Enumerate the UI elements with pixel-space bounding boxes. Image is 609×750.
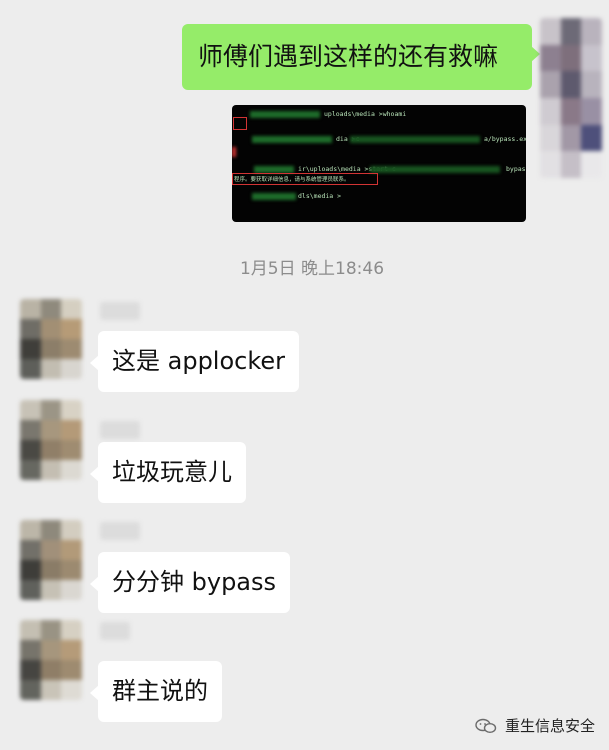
message-text: 师傅们遇到这样的还有救嘛 bbox=[198, 42, 499, 71]
sender-avatar[interactable] bbox=[20, 620, 82, 700]
sender-avatar[interactable] bbox=[20, 520, 82, 600]
account-watermark: 重生信息安全 bbox=[475, 715, 595, 736]
incoming-message-bubble[interactable]: 分分钟 bypass bbox=[89, 552, 291, 613]
highlight-box bbox=[233, 117, 247, 130]
incoming-message-bubble[interactable]: 群主说的 bbox=[90, 661, 222, 722]
message-text: 垃圾玩意儿 bbox=[112, 458, 232, 486]
terminal-line: uploads\media >whoami bbox=[324, 110, 407, 118]
incoming-message-bubble[interactable]: 垃圾玩意儿 bbox=[90, 442, 246, 503]
message-text: 这是 applocker bbox=[112, 347, 286, 375]
sender-avatar[interactable] bbox=[20, 299, 82, 379]
terminal-line: a/bypass.exe bbox=[484, 135, 526, 143]
outgoing-message-bubble[interactable]: 师傅们遇到这样的还有救嘛 bbox=[182, 24, 540, 90]
message-timestamp: 1月5日 晚上18:46 bbox=[239, 259, 385, 279]
sender-name bbox=[100, 302, 140, 320]
sender-name bbox=[100, 522, 140, 540]
self-avatar[interactable] bbox=[540, 18, 602, 178]
message-text: 分分钟 bypass bbox=[112, 568, 277, 596]
terminal-screenshot-image[interactable]: uploads\media >whoami dia >c a/bypass.ex… bbox=[232, 105, 526, 222]
incoming-message-bubble[interactable]: 这是 applocker bbox=[89, 331, 300, 392]
terminal-line: dls\media > bbox=[298, 192, 342, 200]
watermark-text: 重生信息安全 bbox=[504, 717, 595, 735]
terminal-line: 程序。要获取详细信息，请与系统管理员联系。 bbox=[234, 177, 350, 183]
wechat-icon bbox=[475, 718, 497, 733]
terminal-line: bypas bbox=[506, 165, 526, 173]
sender-name bbox=[100, 421, 140, 439]
sender-name bbox=[100, 622, 130, 640]
sender-avatar[interactable] bbox=[20, 400, 82, 480]
message-text: 群主说的 bbox=[112, 677, 208, 705]
